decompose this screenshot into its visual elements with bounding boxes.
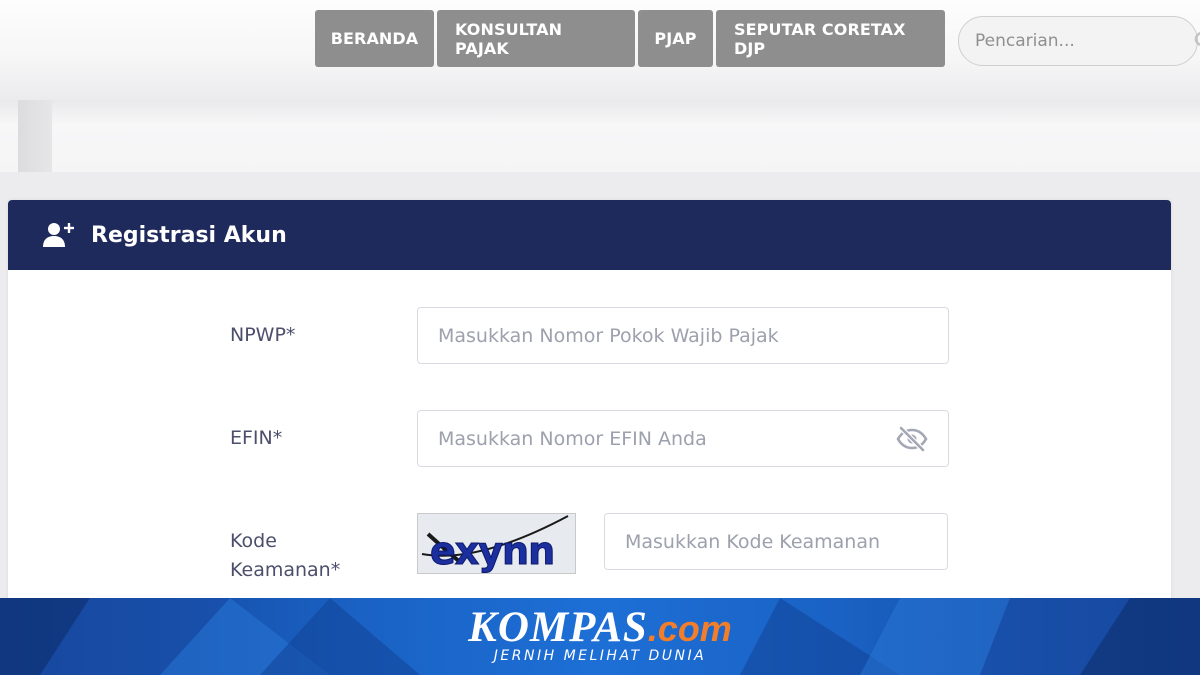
nav-pjap[interactable]: PJAP <box>638 10 713 67</box>
background-pillar <box>18 100 52 172</box>
kompas-brand: KOMPAS <box>468 604 648 651</box>
npwp-input[interactable] <box>438 324 928 347</box>
kompas-logo: KOMPAS.com <box>0 606 1200 651</box>
search-icon[interactable] <box>1194 31 1200 51</box>
nav-beranda[interactable]: BERANDA <box>315 10 434 67</box>
kompas-banner: KOMPAS.com JERNIH MELIHAT DUNIA <box>0 598 1200 675</box>
card-title: Registrasi Akun <box>91 222 287 248</box>
efin-field <box>417 410 949 467</box>
card-header: Registrasi Akun <box>8 200 1171 270</box>
add-user-icon <box>42 220 76 250</box>
eye-slash-icon[interactable] <box>896 425 928 452</box>
captcha-image: exynn <box>417 513 576 574</box>
search-input[interactable] <box>975 31 1194 51</box>
kode-keamanan-label-line2: Keamanan* <box>230 559 341 581</box>
registration-card: Registrasi Akun NPWP* EFIN* Kode Keamana… <box>8 200 1171 620</box>
efin-label: EFIN* <box>230 427 283 449</box>
kode-keamanan-label-line1: Kode <box>230 530 277 552</box>
nav-konsultan-pajak[interactable]: KONSULTAN PAJAK <box>437 10 635 67</box>
search-box <box>958 16 1200 66</box>
top-header: BERANDA KONSULTAN PAJAK PJAP SEPUTAR COR… <box>0 0 1200 100</box>
npwp-field <box>417 307 949 364</box>
kode-keamanan-field <box>604 513 948 570</box>
kode-keamanan-label: Kode Keamanan* <box>230 527 340 585</box>
background-band <box>0 100 1200 172</box>
captcha-text: exynn <box>430 529 554 573</box>
nav-seputar-coretax-djp[interactable]: SEPUTAR CORETAX DJP <box>716 10 945 67</box>
efin-input[interactable] <box>438 427 888 450</box>
npwp-label: NPWP* <box>230 324 296 346</box>
kode-keamanan-input[interactable] <box>625 530 927 553</box>
main-nav: BERANDA KONSULTAN PAJAK PJAP SEPUTAR COR… <box>315 10 945 67</box>
kompas-tagline: JERNIH MELIHAT DUNIA <box>493 648 707 664</box>
kompas-brand-suffix: .com <box>647 608 732 649</box>
